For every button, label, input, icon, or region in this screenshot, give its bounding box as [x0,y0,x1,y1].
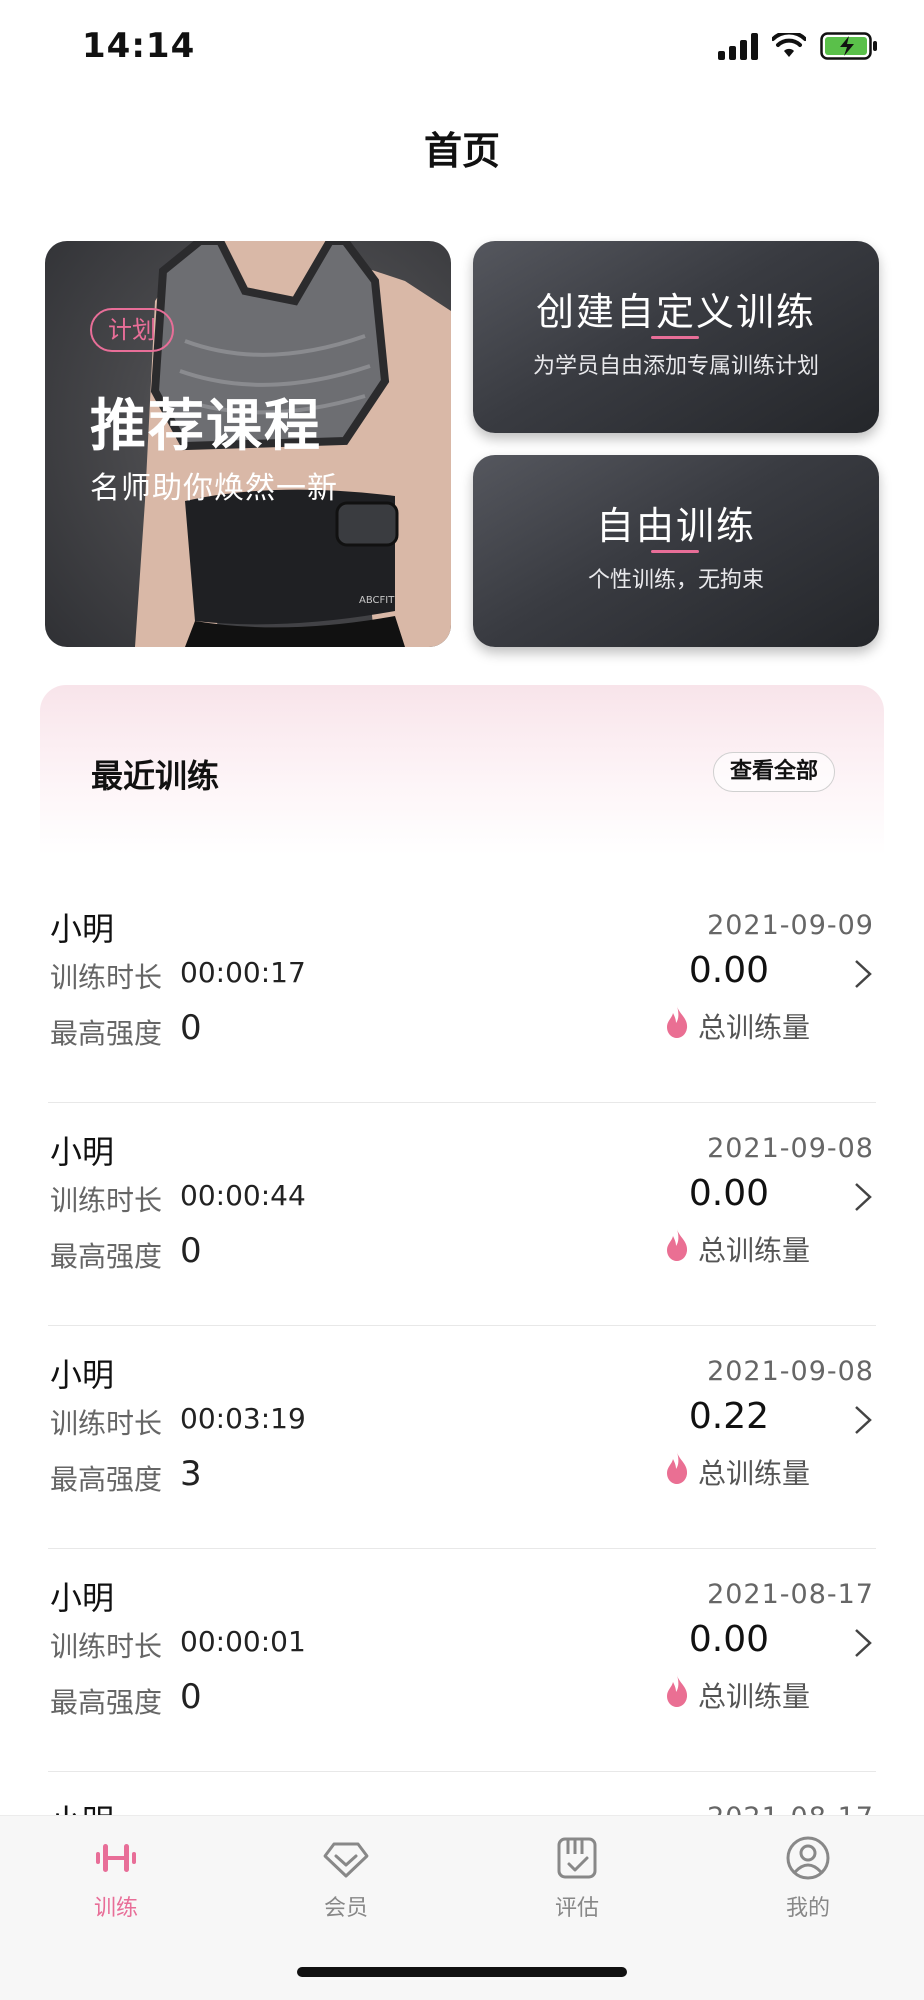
training-record[interactable]: 小明 训练时长 00:00:17 最高强度 0 2021-09-09 0.00 … [48,880,876,1103]
recommended-course-title: 推荐课程 [90,394,322,459]
total-amount-label: 总训练量 [697,1457,810,1490]
intensity-label: 最高强度 [50,1686,163,1719]
record-date: 2021-09-08 [707,1133,874,1164]
training-record[interactable]: 小明 训练时长 00:00:01 最高强度 0 2021-08-17 0.00 … [48,1549,876,1772]
record-date: 2021-09-08 [707,1356,874,1387]
profile-icon [786,1836,830,1880]
free-training-title: 自由训练 [595,504,756,548]
fire-icon [667,1006,688,1038]
device-brand-label: ABCFIT [359,595,395,606]
assessment-icon [557,1837,597,1879]
tab-label: 会员 [323,1896,368,1921]
chevron-right-icon[interactable] [852,1181,874,1213]
home-indicator[interactable] [297,1967,627,1977]
chevron-right-icon[interactable] [852,958,874,990]
trainee-name: 小明 [50,1356,115,1394]
accent-divider [651,336,699,339]
recent-training-header: 最近训练 查看全部 [40,685,884,855]
recent-training-title: 最近训练 [91,757,220,795]
intensity-label: 最高强度 [50,1240,163,1273]
wifi-icon [772,33,806,57]
diamond-icon [323,1842,369,1878]
status-bar: 14:14 [0,0,924,100]
tab-label: 训练 [93,1896,138,1921]
tab-assessment[interactable]: 评估 [517,1834,637,1922]
intensity-value: 0 [180,1008,202,1048]
create-custom-training-card[interactable]: 创建自定义训练 为学员自由添加专属训练计划 [473,241,879,433]
view-all-button[interactable]: 查看全部 [712,752,835,792]
total-amount-value: 0.00 [688,1173,769,1214]
status-time: 14:14 [82,26,196,66]
fire-icon [667,1452,688,1484]
record-date: 2021-08-17 [707,1579,874,1610]
signal-icon [718,32,758,60]
total-amount-label: 总训练量 [697,1234,810,1267]
custom-training-title: 创建自定义训练 [535,290,816,334]
fire-icon [667,1675,688,1707]
duration-value: 00:00:01 [180,1625,306,1658]
plan-badge: 计划 [90,308,174,352]
tab-label: 评估 [554,1896,599,1921]
duration-label: 训练时长 [50,1407,163,1440]
duration-value: 00:03:19 [180,1402,306,1435]
recommended-course-subtitle: 名师助你焕然一新 [90,471,338,506]
intensity-value: 0 [180,1677,202,1717]
trainee-name: 小明 [50,910,115,948]
trainee-name: 小明 [50,1579,115,1617]
tab-profile[interactable]: 我的 [748,1834,868,1922]
battery-charging-icon [820,32,877,60]
total-amount-label: 总训练量 [697,1680,810,1713]
chevron-right-icon[interactable] [852,1404,874,1436]
free-training-subtitle: 个性训练，无拘束 [587,568,764,593]
training-record[interactable]: 小明 训练时长 00:00:44 最高强度 0 2021-09-08 0.00 … [48,1103,876,1326]
custom-training-subtitle: 为学员自由添加专属训练计划 [532,354,819,379]
intensity-label: 最高强度 [50,1463,163,1496]
tab-label: 我的 [785,1896,830,1921]
duration-label: 训练时长 [50,1184,163,1217]
record-date: 2021-09-09 [707,910,874,941]
tab-membership[interactable]: 会员 [286,1834,406,1922]
intensity-value: 3 [180,1454,202,1494]
duration-label: 训练时长 [50,1630,163,1663]
chevron-right-icon[interactable] [852,1627,874,1659]
duration-label: 训练时长 [50,961,163,994]
dumbbell-icon [96,1844,136,1872]
duration-value: 00:00:44 [180,1179,306,1212]
duration-value: 00:00:17 [180,956,306,989]
recommended-course-card[interactable]: ABCFIT 计划 推荐课程 名师助你焕然一新 [45,241,451,647]
total-amount-value: 0.00 [688,950,769,991]
accent-divider [651,550,699,553]
free-training-card[interactable]: 自由训练 个性训练，无拘束 [473,455,879,647]
training-record[interactable]: 小明 训练时长 00:03:19 最高强度 3 2021-09-08 0.22 … [48,1326,876,1549]
intensity-label: 最高强度 [50,1017,163,1050]
total-amount-value: 0.22 [688,1396,769,1437]
fire-icon [667,1229,688,1261]
tab-training[interactable]: 训练 [56,1834,176,1922]
page-title: 首页 [423,129,500,173]
status-icons [718,32,878,60]
intensity-value: 0 [180,1231,202,1271]
trainee-name: 小明 [50,1133,115,1171]
total-amount-value: 0.00 [688,1619,769,1660]
total-amount-label: 总训练量 [697,1011,810,1044]
